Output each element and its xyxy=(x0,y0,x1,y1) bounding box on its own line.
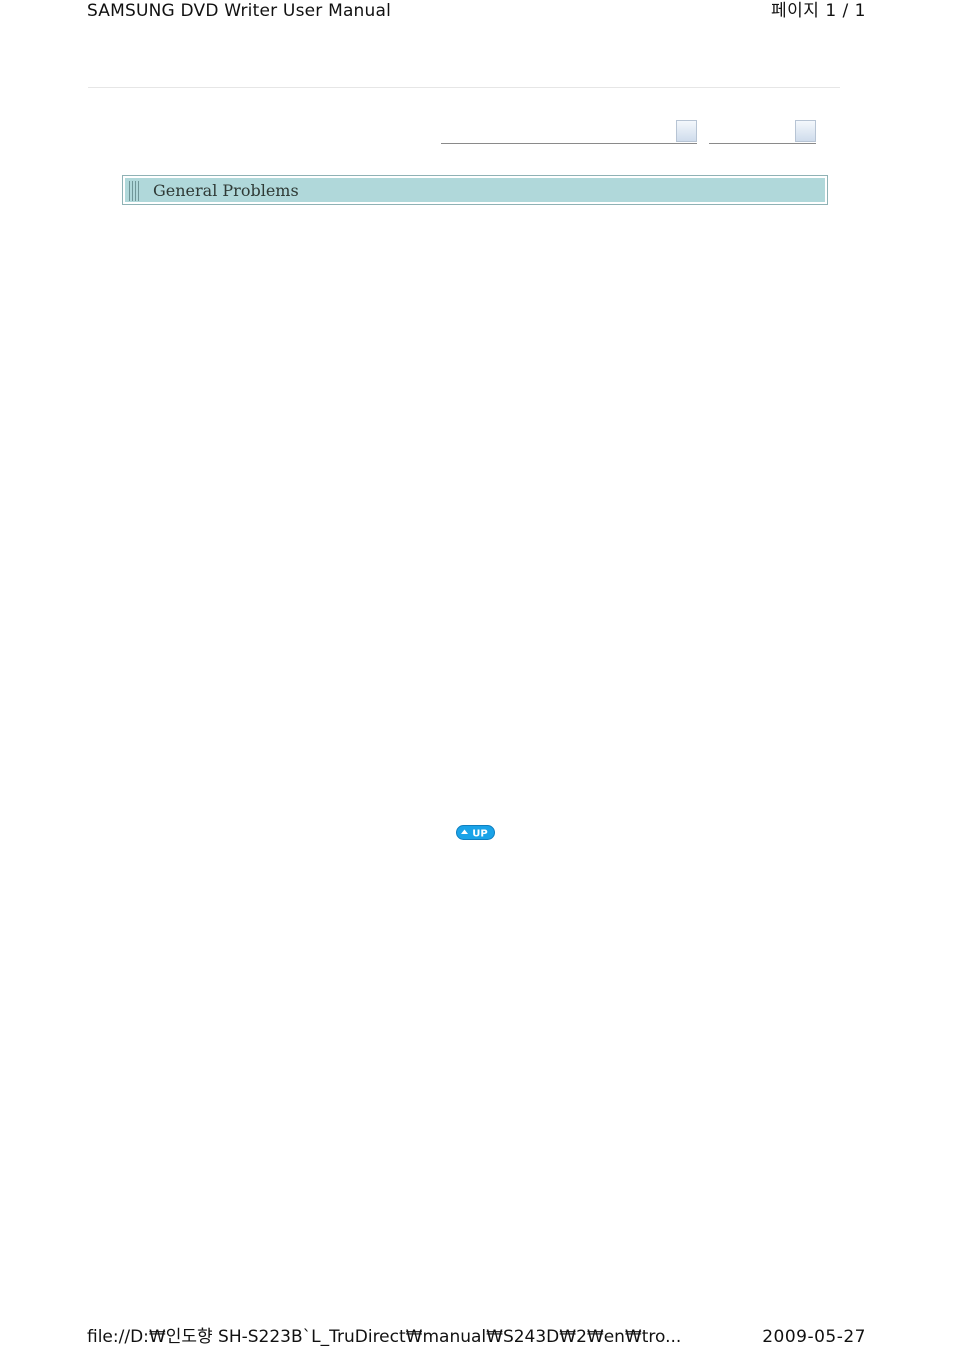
section-title: General Problems xyxy=(153,181,299,200)
section-header-fill: General Problems xyxy=(125,178,825,202)
topic-select[interactable] xyxy=(441,120,697,144)
dropdown-arrow-icon[interactable] xyxy=(795,120,816,142)
print-header-page-indicator: 페이지 1 / 1 xyxy=(771,1,866,21)
print-header-title: SAMSUNG DVD Writer User Manual xyxy=(87,1,392,21)
header-divider xyxy=(88,87,840,88)
language-select[interactable] xyxy=(709,120,816,144)
up-button-label: UP xyxy=(472,829,487,840)
print-footer-path: file://D:₩인도향 SH-S223B`L_TruDirect₩manua… xyxy=(87,1327,682,1347)
section-header-bar: General Problems xyxy=(122,175,828,205)
up-button[interactable]: UP xyxy=(456,825,495,840)
stripes-icon xyxy=(129,181,139,201)
print-footer-date: 2009-05-27 xyxy=(762,1327,866,1347)
dropdown-arrow-icon[interactable] xyxy=(676,120,697,142)
